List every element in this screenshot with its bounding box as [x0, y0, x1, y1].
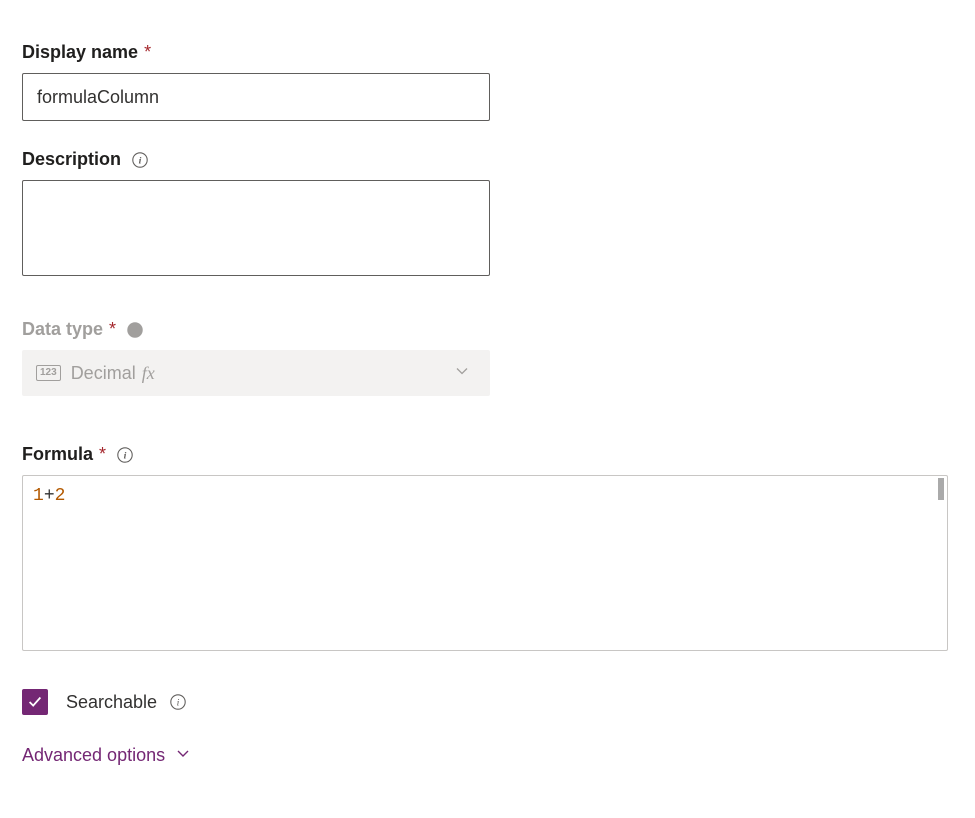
display-name-label-text: Display name [22, 42, 138, 63]
scrollbar-thumb[interactable] [938, 478, 944, 500]
formula-input[interactable] [23, 476, 947, 650]
description-label: Description i [22, 149, 953, 170]
number-type-icon: 123 [36, 365, 61, 381]
svg-text:i: i [177, 698, 180, 709]
formula-group: Formula * i 1+2 [22, 444, 953, 651]
display-name-group: Display name * [22, 42, 953, 121]
searchable-label: Searchable [66, 692, 157, 713]
info-icon[interactable]: i [131, 151, 149, 169]
data-type-group: Data type * i 123 Decimal fx [22, 319, 953, 396]
info-icon[interactable]: i [126, 321, 144, 339]
formula-label: Formula * i [22, 444, 953, 465]
searchable-checkbox[interactable] [22, 689, 48, 715]
formula-label-text: Formula [22, 444, 93, 465]
description-group: Description i [22, 149, 953, 281]
required-asterisk: * [109, 319, 116, 340]
data-type-label-text: Data type [22, 319, 103, 340]
formula-editor-wrapper: 1+2 [22, 475, 948, 651]
info-icon[interactable]: i [116, 446, 134, 464]
fx-icon: fx [142, 363, 155, 384]
searchable-row: Searchable i [22, 689, 953, 715]
svg-text:i: i [139, 155, 142, 166]
advanced-options-label: Advanced options [22, 745, 165, 766]
svg-text:i: i [124, 450, 127, 461]
data-type-value: Decimal [71, 363, 136, 384]
data-type-label: Data type * i [22, 319, 953, 340]
display-name-input[interactable] [22, 73, 490, 121]
info-icon[interactable]: i [169, 693, 187, 711]
svg-text:i: i [134, 325, 137, 336]
required-asterisk: * [144, 42, 151, 63]
display-name-label: Display name * [22, 42, 953, 63]
description-label-text: Description [22, 149, 121, 170]
form-container: Display name * Description i Data type *… [0, 0, 975, 786]
chevron-down-icon [175, 745, 191, 766]
required-asterisk: * [99, 444, 106, 465]
advanced-options-toggle[interactable]: Advanced options [22, 745, 953, 766]
data-type-select: 123 Decimal fx [22, 350, 490, 396]
description-input[interactable] [22, 180, 490, 276]
chevron-down-icon [454, 363, 470, 384]
